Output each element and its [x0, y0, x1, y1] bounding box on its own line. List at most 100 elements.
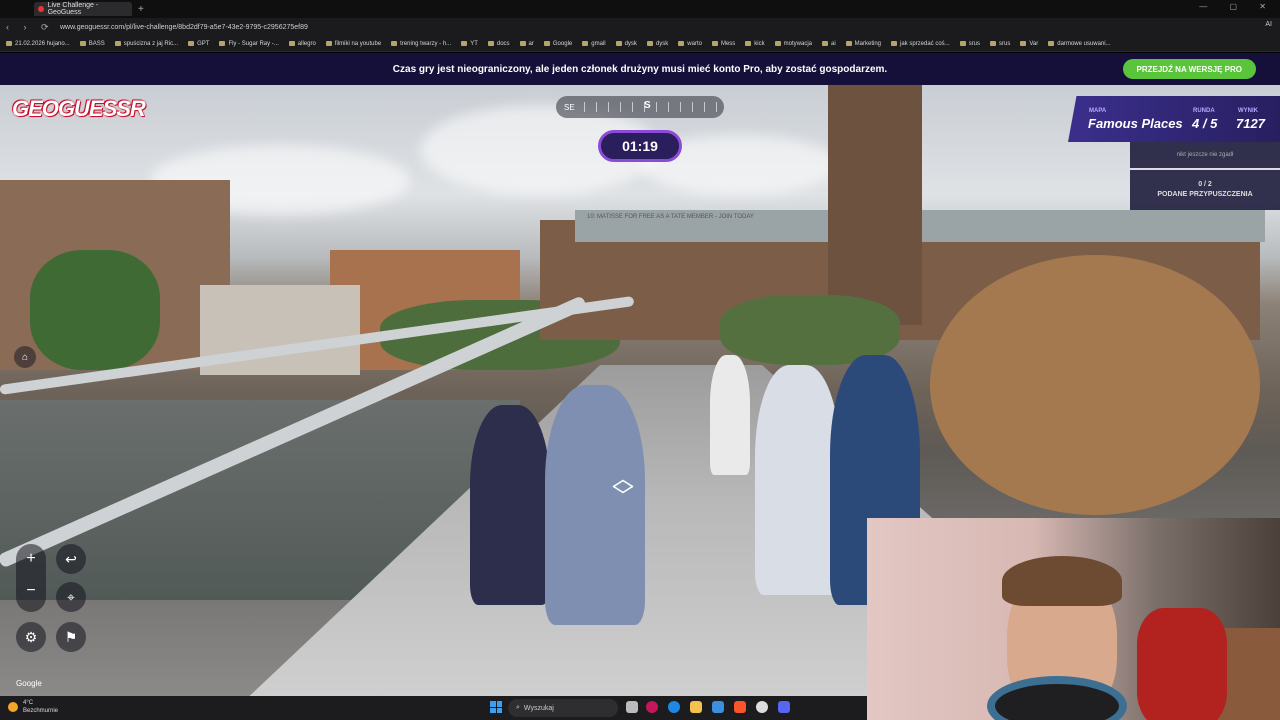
geoguessr-favicon-icon [38, 6, 44, 12]
tab-title: Live Challenge - GeoGuess [47, 2, 99, 16]
minus-icon[interactable]: − [16, 582, 46, 600]
bookmark[interactable]: GPT [188, 41, 209, 47]
bookmark-icon [391, 41, 398, 46]
bookmark[interactable]: dysk [646, 41, 668, 47]
pin-icon[interactable]: ⌖ [56, 582, 86, 612]
bookmark[interactable]: motywacja [774, 41, 812, 47]
pedestrian-hair-foreground [930, 255, 1260, 515]
bookmark[interactable]: Marketing [845, 41, 881, 47]
bookmark-icon [845, 41, 852, 46]
undo-icon[interactable]: ↩ [56, 544, 86, 574]
search-icon: ⌕ [516, 704, 520, 711]
bookmark[interactable]: dysk [615, 41, 637, 47]
temperature: 4°C [23, 700, 34, 706]
windows-taskbar: 4°C Bezchmurnie ⌕ Wyszukaj [0, 696, 867, 720]
compass-direction-left: SE [564, 102, 575, 112]
compass: SE S [556, 96, 724, 118]
map-label: MAPA [1089, 108, 1107, 114]
url-field[interactable]: www.geoguessr.com/pl/live-challenge/8bd2… [60, 24, 308, 31]
plus-icon[interactable]: + [16, 550, 46, 568]
bookmark-icon [990, 41, 997, 46]
brave-icon[interactable] [734, 701, 746, 713]
bookmark-icon [891, 41, 897, 46]
compass-direction-center: S [644, 100, 651, 111]
bookmark-icon [1020, 41, 1027, 46]
bookmark[interactable]: darmowe usuwani... [1048, 41, 1111, 47]
bookmark[interactable]: srus [959, 41, 980, 47]
zoom-control: + − [16, 544, 46, 612]
nav-buttons-icon[interactable]: ‹ › ⟳ [0, 22, 60, 33]
round-value: 4 / 5 [1192, 116, 1218, 131]
search-placeholder: Wyszukaj [523, 704, 554, 712]
map-value: Famous Places [1088, 116, 1183, 131]
move-arrows-icon[interactable]: ︿ ﹀ [612, 468, 634, 508]
edge-icon[interactable] [668, 701, 680, 713]
bookmark[interactable]: YT [461, 41, 478, 47]
round-label: RUNDA [1193, 108, 1215, 114]
game-status-panel: MAPA Famous Places RUNDA 4 / 5 WYNIK 712… [1068, 96, 1280, 142]
streamer-hair [1002, 556, 1122, 606]
pro-promo-banner: Czas gry jest nieograniczony, ale jeden … [0, 53, 1280, 85]
bookmark[interactable]: ar [519, 41, 534, 47]
round-timer: 01:19 [598, 130, 682, 162]
tab-live-challenge[interactable]: Live Challenge - GeoGuess [34, 2, 132, 16]
app-icon[interactable] [646, 701, 658, 713]
chrome-icon[interactable] [756, 701, 768, 713]
bookmark[interactable]: jak sprzedać coś... [891, 41, 950, 47]
weather-widget[interactable]: 4°C Bezchmurnie [8, 699, 58, 715]
streetview-icon[interactable]: ⌂ [14, 346, 36, 368]
address-bar: ‹ › ⟳ www.geoguessr.com/pl/live-challeng… [0, 18, 1280, 36]
bookmark-icon [615, 41, 622, 46]
bookmark[interactable]: spuścizna z jaj Ric... [114, 41, 178, 47]
bookmark-icon [678, 41, 685, 46]
task-view-icon[interactable] [626, 701, 638, 713]
windows-start-icon[interactable] [490, 701, 502, 713]
bookmark[interactable]: allegro [288, 41, 316, 47]
browser-tabbar: Live Challenge - GeoGuess + — ▢ ✕ [0, 0, 1280, 18]
gaming-chair [1137, 608, 1227, 720]
bookmark[interactable]: gmail [582, 41, 606, 47]
bookmarks-bar: 21.02.2026 hujano... BASS spuścizna z ja… [0, 36, 1280, 52]
guess-status: nikt jeszcze nie zgadł [1130, 142, 1280, 168]
bookmark[interactable]: docs [487, 41, 510, 47]
bookmark[interactable]: srus [990, 41, 1010, 47]
bookmark-icon [745, 41, 752, 46]
compass-ticks [584, 102, 718, 112]
pedestrian [755, 365, 840, 595]
bookmark[interactable]: BASS [79, 41, 105, 47]
bookmark[interactable]: trening twarzy - h... [391, 41, 451, 47]
pedestrian [470, 405, 550, 605]
bookmark-icon [114, 41, 121, 46]
flag-icon[interactable]: ⚑ [56, 622, 86, 652]
bookmark-icon [821, 41, 828, 46]
bookmark-icon [188, 41, 195, 46]
bookmark[interactable]: kick [745, 41, 765, 47]
guesses-panel: 0 / 2 PODANE PRZYPUSZCZENIA [1130, 170, 1280, 210]
guesses-count: 0 / 2 [1198, 181, 1212, 188]
file-explorer-icon[interactable] [690, 701, 702, 713]
bookmark-icon [582, 41, 589, 46]
bookmark-icon [1048, 41, 1055, 46]
bookmark[interactable]: 21.02.2026 hujano... [6, 41, 70, 47]
discord-icon[interactable] [778, 701, 790, 713]
bookmark[interactable]: warto [678, 41, 702, 47]
webcam-overlay [867, 518, 1280, 720]
geoguessr-logo[interactable]: GEOGUESSR [12, 96, 146, 122]
bookmark-icon [959, 41, 966, 46]
taskbar-search[interactable]: ⌕ Wyszukaj [508, 699, 618, 717]
pedestrian [710, 355, 750, 475]
profile-button[interactable]: AI [1265, 21, 1272, 28]
bookmark[interactable]: ai [821, 41, 836, 47]
new-tab-icon[interactable]: + [138, 4, 144, 15]
bookmark-icon [219, 41, 226, 46]
gear-icon[interactable]: ⚙ [16, 622, 46, 652]
bookmark[interactable]: Mess [711, 41, 735, 47]
bookmark[interactable]: Google [543, 41, 572, 47]
bookmark[interactable]: Fly - Sugar Ray -... [219, 41, 279, 47]
bookmark[interactable]: filmiki na youtube [325, 41, 381, 47]
window-controls-icon[interactable]: — ▢ ✕ [1199, 2, 1276, 11]
bookmark-icon [519, 41, 526, 46]
store-icon[interactable] [712, 701, 724, 713]
bookmark[interactable]: Var [1020, 41, 1038, 47]
go-pro-button[interactable]: PRZEJDŹ NA WERSJĘ PRO [1122, 59, 1256, 79]
